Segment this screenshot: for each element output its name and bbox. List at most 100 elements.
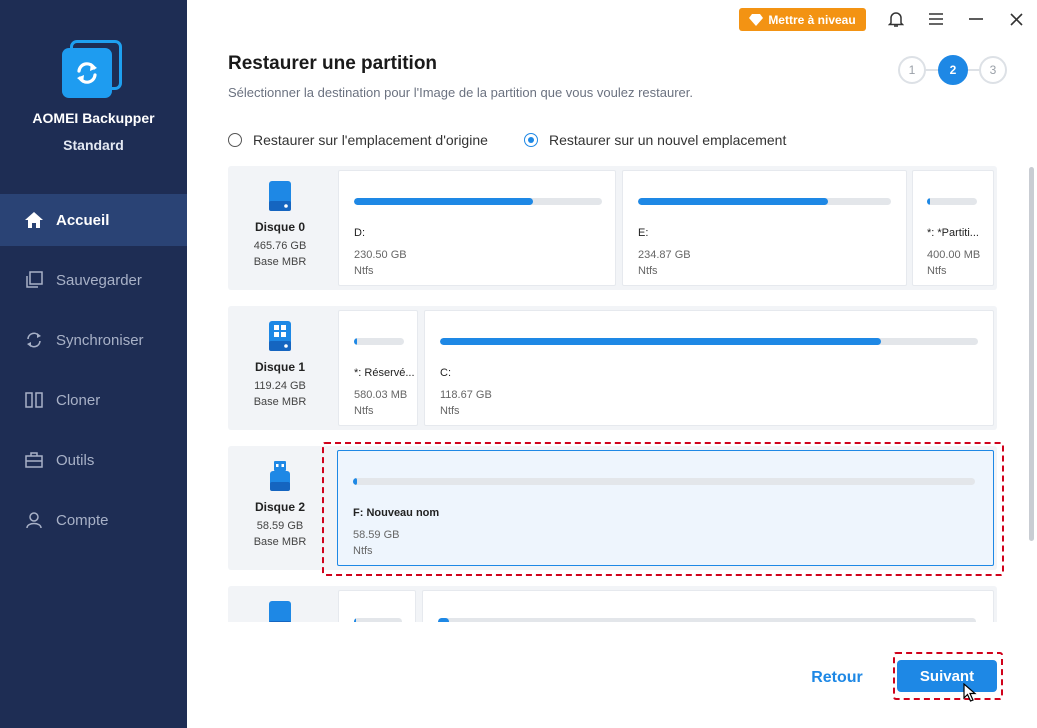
disk-type: Base MBR: [253, 396, 307, 408]
partition-card[interactable]: *: *Partiti... 400.00 MB Ntfs: [912, 170, 994, 286]
partition-card[interactable]: *: Réservé... 580.03 MB Ntfs: [338, 310, 418, 426]
disk-type: Base MBR: [253, 256, 307, 268]
partition-card[interactable]: E: 234.87 GB Ntfs: [622, 170, 907, 286]
hdd-icon: [269, 181, 291, 211]
sidebar-item-accueil[interactable]: Accueil: [0, 194, 187, 246]
close-icon[interactable]: [1006, 9, 1026, 29]
partition-size: 400.00 MB: [927, 249, 981, 261]
sidebar-item-label: Sauvegarder: [56, 271, 142, 289]
next-button[interactable]: Suivant: [897, 660, 997, 692]
partition-card[interactable]: D: 230.50 GB Ntfs: [338, 170, 616, 286]
sidebar-item-cloner[interactable]: Cloner: [0, 374, 187, 426]
partition-size: 118.67 GB: [440, 389, 492, 401]
diamond-icon: [749, 13, 764, 26]
sync-logo-icon: [77, 62, 97, 84]
partition-name: C:: [440, 367, 451, 379]
usage-bar: [440, 338, 978, 345]
disk-info[interactable]: Disque 0 465.76 GB Base MBR: [228, 166, 332, 268]
disk-size: 119.24 GB: [254, 380, 306, 392]
partition-name: E:: [638, 227, 649, 239]
step-3: 3: [979, 56, 1007, 84]
radio-original-location[interactable]: Restaurer sur l'emplacement d'origine: [228, 132, 488, 148]
home-icon: [24, 210, 44, 230]
sidebar-item-label: Accueil: [56, 211, 110, 229]
step-indicator: 1 2 3: [898, 55, 1008, 85]
page-title: Restaurer une partition: [228, 53, 438, 74]
disk-name: Disque 2: [254, 500, 305, 514]
partition-fs: Ntfs: [638, 265, 658, 277]
partition-size: 234.87 GB: [638, 249, 691, 261]
user-icon: [24, 510, 44, 530]
usage-bar: [638, 198, 891, 205]
partition-fs: Ntfs: [440, 405, 460, 417]
usage-bar: [354, 338, 404, 345]
back-button[interactable]: Retour: [800, 666, 874, 690]
radio-button[interactable]: [228, 133, 242, 147]
usage-fill: [440, 338, 882, 345]
disk-row: Disque 0 465.76 GB Base MBR D: 230.50 GB…: [228, 166, 997, 290]
sidebar-item-sauvegarder[interactable]: Sauvegarder: [0, 254, 187, 306]
app-name: AOMEI Backupper: [32, 110, 155, 126]
partition-name: D:: [354, 227, 365, 239]
partition-name: *: *Partiti...: [927, 227, 979, 239]
app-edition: Standard: [63, 137, 124, 153]
sidebar-item-label: Compte: [56, 511, 109, 529]
disk-size: 465.76 GB: [253, 240, 307, 252]
disk-name: Disque 1: [254, 360, 305, 374]
upgrade-button[interactable]: Mettre à niveau: [739, 8, 866, 31]
menu-icon[interactable]: [926, 9, 946, 29]
backup-icon: [24, 270, 44, 290]
hdd-icon: [269, 601, 291, 622]
sync-icon: [24, 330, 44, 350]
disk-row: [228, 586, 997, 622]
radio-new-location[interactable]: Restaurer sur un nouvel emplacement: [524, 132, 786, 148]
partition-size: 230.50 GB: [354, 249, 407, 261]
step-1: 1: [898, 56, 926, 84]
radio-label: Restaurer sur un nouvel emplacement: [549, 132, 787, 148]
radio-label: Restaurer sur l'emplacement d'origine: [253, 132, 488, 148]
partition-name: *: Réservé...: [354, 367, 415, 379]
partition-fs: Ntfs: [354, 265, 374, 277]
partition-fs: Ntfs: [927, 265, 947, 277]
scrollbar[interactable]: [1029, 167, 1034, 541]
disk-name: Disque 0: [254, 220, 305, 234]
disk-info[interactable]: Disque 1 119.24 GB Base MBR: [228, 306, 332, 408]
bell-icon[interactable]: [886, 9, 906, 29]
sidebar-item-label: Synchroniser: [56, 331, 144, 349]
usage-bar: [354, 618, 402, 622]
disk-info[interactable]: Disque 2 58.59 GB Base MBR: [228, 446, 332, 548]
disk-row: Disque 1 119.24 GB Base MBR *: Réservé..…: [228, 306, 997, 430]
windows-disk-icon: [269, 321, 291, 351]
usage-bar: [354, 198, 602, 205]
partition-card[interactable]: [422, 590, 994, 622]
app-logo: [62, 40, 122, 98]
partition-card[interactable]: [338, 590, 416, 622]
usage-fill: [927, 198, 930, 205]
usage-fill: [438, 618, 449, 622]
partition-card[interactable]: C: 118.67 GB Ntfs: [424, 310, 994, 426]
disk-info[interactable]: [228, 586, 332, 622]
disk-type: Base MBR: [253, 536, 307, 548]
usage-bar: [927, 198, 977, 205]
usage-fill: [638, 198, 828, 205]
usb-disk-icon: [270, 461, 290, 491]
sidebar: AOMEI Backupper Standard Accueil Sauvega…: [0, 0, 187, 728]
partition-fs: Ntfs: [354, 405, 374, 417]
disk-size: 58.59 GB: [256, 520, 304, 532]
sidebar-item-compte[interactable]: Compte: [0, 494, 187, 546]
page-subtitle: Sélectionner la destination pour l'Image…: [228, 85, 693, 100]
sidebar-item-synchroniser[interactable]: Synchroniser: [0, 314, 187, 366]
sidebar-item-label: Outils: [56, 451, 95, 469]
step-2: 2: [938, 55, 968, 85]
usage-fill: [354, 618, 357, 622]
usage-fill: [354, 198, 533, 205]
radio-button-selected[interactable]: [524, 133, 538, 147]
minimize-icon[interactable]: [966, 9, 986, 29]
upgrade-label: Mettre à niveau: [768, 12, 856, 27]
partition-size: 580.03 MB: [354, 389, 408, 401]
usage-bar: [438, 618, 976, 622]
sidebar-item-outils[interactable]: Outils: [0, 434, 187, 486]
clone-icon: [24, 390, 44, 410]
usage-fill: [354, 338, 357, 345]
mouse-cursor-icon: [963, 683, 977, 702]
